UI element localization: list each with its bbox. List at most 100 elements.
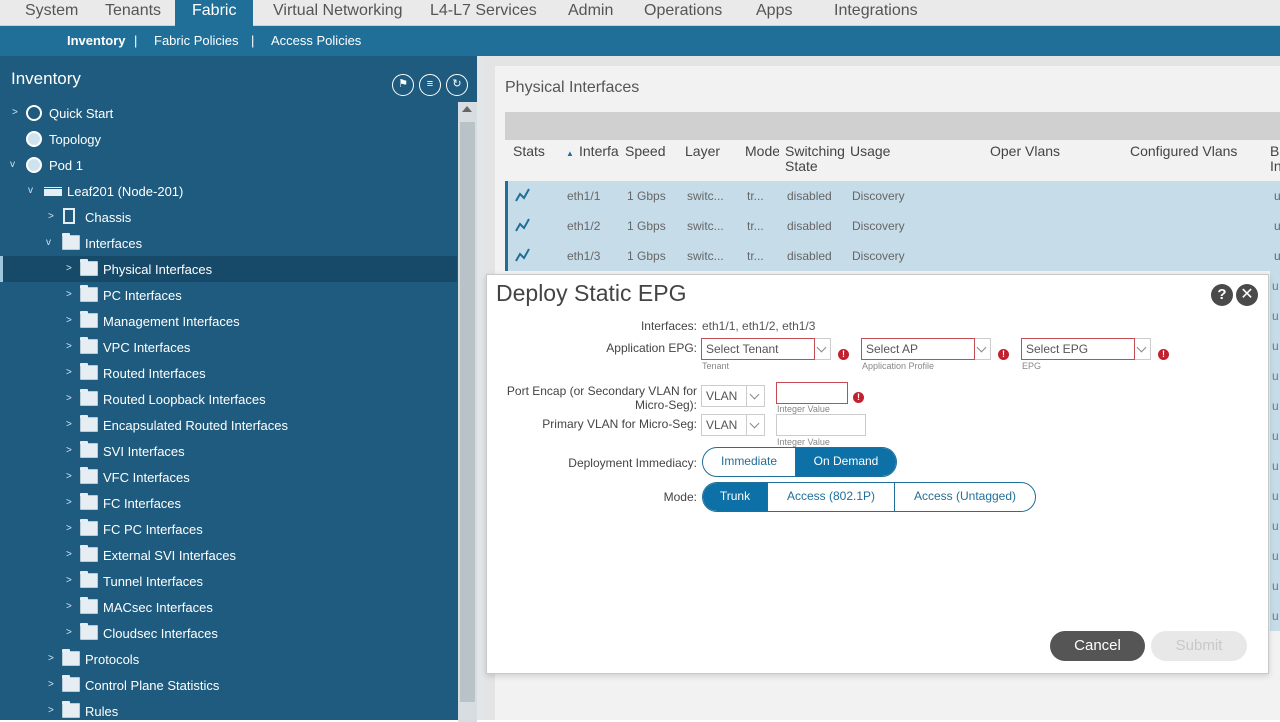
refresh-icon[interactable]: ↻	[446, 74, 468, 96]
tree-item-external-svi-interfaces[interactable]: > External SVI Interfaces	[0, 542, 457, 568]
col-header-more[interactable]: B In	[1270, 144, 1280, 174]
config-icon[interactable]: ≡	[419, 74, 441, 96]
mode-access-8021p-option[interactable]: Access (802.1P)	[768, 483, 895, 511]
port-encap-input[interactable]	[776, 382, 848, 404]
table-row[interactable]: eth1/2 1 Gbps switc... tr... disabled Di…	[505, 211, 1280, 241]
tab-system[interactable]: System	[25, 0, 78, 26]
tree-item-fc-interfaces[interactable]: > FC Interfaces	[0, 490, 457, 516]
chevron-right-icon[interactable]: >	[66, 574, 76, 588]
tree-item-encapsulated-routed-interfaces[interactable]: > Encapsulated Routed Interfaces	[0, 412, 457, 438]
chevron-right-icon[interactable]: >	[48, 652, 58, 666]
port-encap-type-select[interactable]: VLAN	[701, 385, 765, 407]
col-header-usage[interactable]: Usage	[850, 144, 890, 159]
chevron-right-icon[interactable]: >	[66, 314, 76, 328]
table-row-edge[interactable]: u	[1270, 301, 1280, 331]
tab-apps[interactable]: Apps	[756, 0, 792, 26]
primary-vlan-input[interactable]	[776, 414, 866, 436]
tree-item-chassis[interactable]: > Chassis	[0, 204, 457, 230]
table-row-edge[interactable]: u	[1270, 331, 1280, 361]
tree-item-routed-interfaces[interactable]: > Routed Interfaces	[0, 360, 457, 386]
col-header-layer[interactable]: Layer	[685, 144, 720, 159]
tree-item-pod-1[interactable]: v Pod 1	[0, 152, 457, 178]
tab-virtual-networking[interactable]: Virtual Networking	[273, 0, 403, 26]
tab-integrations[interactable]: Integrations	[834, 0, 918, 26]
chevron-right-icon[interactable]: >	[66, 288, 76, 302]
chevron-right-icon[interactable]: >	[48, 210, 58, 224]
chevron-right-icon[interactable]: >	[48, 704, 58, 718]
tree-item-pc-interfaces[interactable]: > PC Interfaces	[0, 282, 457, 308]
scrollbar-thumb[interactable]	[460, 122, 475, 702]
mode-trunk-option[interactable]: Trunk	[703, 483, 768, 511]
chevron-right-icon[interactable]: >	[66, 626, 76, 640]
immediacy-on-demand-option[interactable]: On Demand	[796, 448, 896, 476]
chevron-down-icon[interactable]: v	[10, 158, 20, 172]
table-row[interactable]: eth1/3 1 Gbps switc... tr... disabled Di…	[505, 241, 1280, 271]
chevron-right-icon[interactable]: >	[66, 418, 76, 432]
chevron-down-icon[interactable]	[975, 338, 991, 360]
tree-item-fc-pc-interfaces[interactable]: > FC PC Interfaces	[0, 516, 457, 542]
col-header-stats[interactable]: Stats	[513, 144, 545, 159]
tree-item-vpc-interfaces[interactable]: > VPC Interfaces	[0, 334, 457, 360]
panel-splitter[interactable]	[477, 56, 486, 720]
chevron-down-icon[interactable]: v	[46, 236, 56, 250]
mode-access-untagged-option[interactable]: Access (Untagged)	[895, 483, 1035, 511]
table-row-edge[interactable]: u	[1270, 391, 1280, 421]
tab-l4-l7-services[interactable]: L4-L7 Services	[430, 0, 537, 26]
chevron-down-icon[interactable]	[1135, 338, 1151, 360]
chevron-right-icon[interactable]: >	[66, 470, 76, 484]
table-row-edge[interactable]: u	[1270, 511, 1280, 541]
tree-scrollbar[interactable]	[458, 102, 477, 722]
table-row-edge[interactable]: u	[1270, 421, 1280, 451]
tree-item-quick-start[interactable]: > Quick Start	[0, 100, 457, 126]
tree-item-interfaces[interactable]: v Interfaces	[0, 230, 457, 256]
chevron-right-icon[interactable]: >	[66, 522, 76, 536]
col-header-interface[interactable]: Interfa	[579, 144, 619, 159]
subnav-fabric-policies[interactable]: Fabric Policies	[154, 33, 239, 48]
subnav-inventory[interactable]: Inventory	[67, 33, 126, 48]
chevron-right-icon[interactable]: >	[66, 366, 76, 380]
epg-select[interactable]: Select EPG	[1021, 338, 1135, 360]
tree-item-topology[interactable]: Topology	[0, 126, 457, 152]
subnav-access-policies[interactable]: Access Policies	[271, 33, 361, 48]
tree-item-svi-interfaces[interactable]: > SVI Interfaces	[0, 438, 457, 464]
chevron-down-icon[interactable]	[746, 386, 764, 406]
tenant-select[interactable]: Select Tenant	[701, 338, 815, 360]
chevron-right-icon[interactable]: >	[12, 106, 22, 120]
col-header-configured-vlans[interactable]: Configured Vlans	[1130, 144, 1237, 159]
scroll-up-icon[interactable]	[462, 106, 472, 112]
table-row-edge[interactable]: u	[1270, 601, 1280, 631]
col-header-oper-vlans[interactable]: Oper Vlans	[990, 144, 1060, 159]
launch-icon[interactable]: ⚑	[392, 74, 414, 96]
cancel-button[interactable]: Cancel	[1050, 631, 1145, 661]
tree-item-leaf201[interactable]: v Leaf201 (Node-201)	[0, 178, 457, 204]
chevron-right-icon[interactable]: >	[66, 496, 76, 510]
tree-item-physical-interfaces[interactable]: > Physical Interfaces	[0, 256, 457, 282]
chevron-down-icon[interactable]: v	[28, 184, 38, 198]
chevron-right-icon[interactable]: >	[66, 548, 76, 562]
col-header-mode[interactable]: Mode	[745, 144, 779, 159]
chevron-down-icon[interactable]	[746, 415, 764, 435]
tab-operations[interactable]: Operations	[644, 0, 722, 26]
chevron-right-icon[interactable]: >	[66, 444, 76, 458]
table-row-edge[interactable]: u	[1270, 361, 1280, 391]
tree-item-control-plane-statistics[interactable]: > Control Plane Statistics	[0, 672, 457, 698]
tree-item-protocols[interactable]: > Protocols	[0, 646, 457, 672]
tree-item-tunnel-interfaces[interactable]: > Tunnel Interfaces	[0, 568, 457, 594]
col-header-switching-state[interactable]: Switching State	[785, 144, 845, 174]
close-icon[interactable]: ✕	[1236, 284, 1258, 306]
tree-item-rules[interactable]: > Rules	[0, 698, 457, 720]
submit-button[interactable]: Submit	[1151, 631, 1247, 661]
stats-chart-icon[interactable]	[514, 216, 532, 234]
sort-asc-icon[interactable]: ▲	[566, 144, 574, 161]
stats-chart-icon[interactable]	[514, 186, 532, 204]
chevron-right-icon[interactable]: >	[48, 678, 58, 692]
tree-item-cloudsec-interfaces[interactable]: > Cloudsec Interfaces	[0, 620, 457, 646]
tab-admin[interactable]: Admin	[568, 0, 613, 26]
table-row-edge[interactable]: u	[1270, 571, 1280, 601]
tab-tenants[interactable]: Tenants	[105, 0, 161, 26]
chevron-right-icon[interactable]: >	[66, 340, 76, 354]
tab-fabric[interactable]: Fabric	[175, 0, 253, 27]
col-header-speed[interactable]: Speed	[625, 144, 665, 159]
table-row[interactable]: eth1/1 1 Gbps switc... tr... disabled Di…	[505, 181, 1280, 211]
immediacy-immediate-option[interactable]: Immediate	[703, 448, 796, 476]
